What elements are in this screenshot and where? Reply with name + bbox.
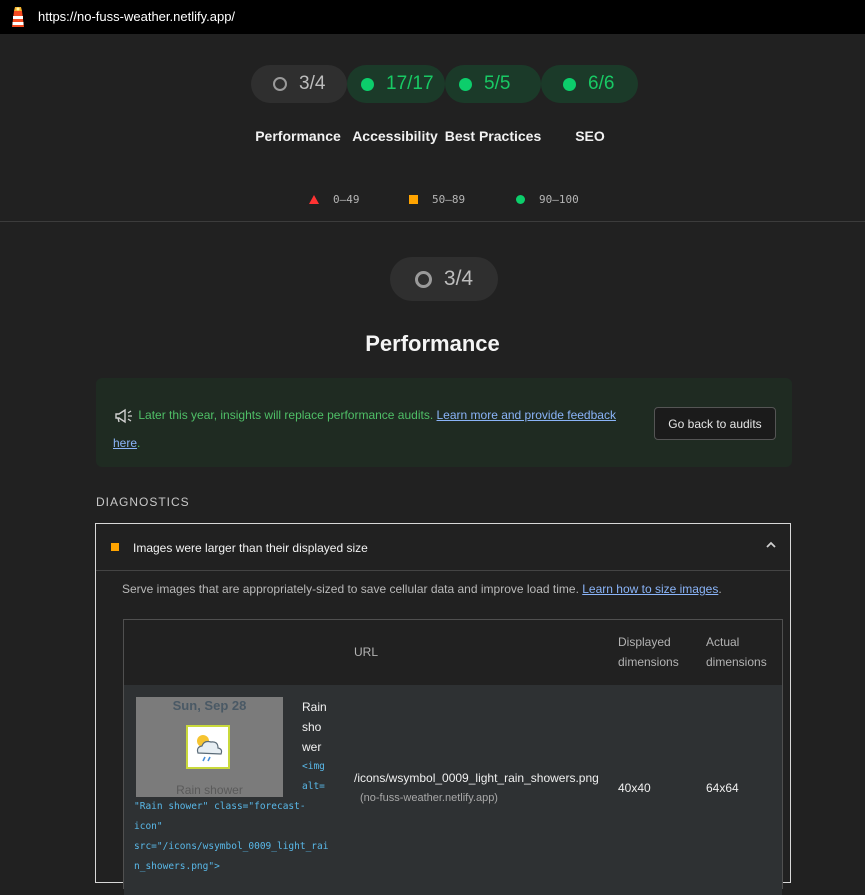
pass-circle-icon bbox=[516, 195, 525, 204]
feedback-link-here[interactable]: here bbox=[113, 436, 137, 450]
audit-description: Serve images that are appropriately-size… bbox=[122, 582, 722, 596]
gauge-score: 5/5 bbox=[484, 73, 511, 94]
average-square-icon bbox=[409, 195, 418, 204]
node-label-2: sho bbox=[302, 720, 322, 734]
gauge-performance[interactable]: 3/4 bbox=[251, 65, 347, 103]
legend-pass: 90–100 bbox=[516, 193, 579, 206]
node-snippet: <img alt= "Rain shower" class="forecast-… bbox=[134, 757, 329, 877]
header-actual: Actual dimensions bbox=[706, 632, 767, 672]
gauge-label-seo[interactable]: SEO bbox=[540, 126, 640, 146]
resource-url[interactable]: /icons/wsymbol_0009_light_rain_showers.p… bbox=[354, 771, 599, 785]
gauge-best-practices[interactable]: 5/5 bbox=[445, 65, 541, 103]
legend-average: 50–89 bbox=[409, 193, 465, 206]
url-text[interactable]: https://no-fuss-weather.netlify.app/ bbox=[38, 9, 235, 24]
node-label-3: wer bbox=[302, 740, 322, 754]
description-text: Serve images that are appropriately-size… bbox=[122, 582, 579, 596]
legend-range: 90–100 bbox=[539, 193, 579, 206]
snippet-line-1: <img bbox=[302, 761, 325, 772]
browser-bar: https://no-fuss-weather.netlify.app/ bbox=[0, 0, 865, 34]
gauge-label-best-practices[interactable]: Best Practices bbox=[443, 126, 543, 146]
legend-fail: 0–49 bbox=[309, 193, 360, 206]
snippet-line-4: icon" bbox=[134, 821, 163, 832]
pass-dot-icon bbox=[361, 77, 374, 91]
megaphone-icon bbox=[115, 408, 132, 424]
period: . bbox=[718, 582, 722, 596]
category-gauge: 3/4 bbox=[390, 257, 498, 301]
audit-title: Images were larger than their displayed … bbox=[133, 541, 368, 555]
gauge-seo[interactable]: 6/6 bbox=[541, 65, 638, 103]
category-title: Performance bbox=[365, 331, 500, 356]
chevron-up-icon[interactable] bbox=[764, 538, 778, 552]
audit-oversized-images: Images were larger than their displayed … bbox=[95, 523, 791, 895]
feedback-link-part-1[interactable]: Learn more and provide feedback bbox=[437, 408, 616, 422]
header-displayed-2: dimensions bbox=[618, 655, 679, 669]
snippet-line-6: n_showers.png"> bbox=[134, 861, 220, 872]
insights-notice: Later this year, insights will replace p… bbox=[96, 378, 792, 467]
gauge-label-accessibility[interactable]: Accessibility bbox=[345, 126, 445, 146]
legend-range: 0–49 bbox=[333, 193, 360, 206]
header-url: URL bbox=[354, 645, 379, 659]
learn-link[interactable]: Learn how to size images bbox=[582, 582, 718, 596]
category-score: 3/4 bbox=[443, 267, 474, 290]
header-actual-1: Actual bbox=[706, 635, 740, 649]
feedback-link[interactable]: Learn more and provide feedback bbox=[437, 408, 616, 422]
audit-header[interactable]: Images were larger than their displayed … bbox=[96, 524, 790, 571]
resource-host: (no-fuss-weather.netlify.app) bbox=[360, 792, 498, 804]
actual-dimensions: 64x64 bbox=[706, 781, 739, 795]
fail-triangle-icon bbox=[309, 195, 319, 204]
header-displayed: Displayed dimensions bbox=[618, 632, 679, 672]
table-row: Sun, Sep 28 Rain sho wer Rain sho wer <im… bbox=[124, 685, 782, 895]
details-table: URL Displayed dimensions Actual dimensio… bbox=[123, 619, 783, 895]
divider bbox=[0, 221, 865, 222]
neutral-ring-icon bbox=[273, 77, 287, 91]
node-label-1: Rain bbox=[302, 700, 327, 714]
period: . bbox=[137, 436, 141, 450]
notice-text: Later this year, insights will replace p… bbox=[113, 401, 633, 457]
pass-dot-icon bbox=[563, 77, 576, 91]
snippet-line-3: "Rain shower" class="forecast- bbox=[134, 801, 306, 812]
gauge-score: 3/4 bbox=[299, 73, 326, 94]
gauge-score: 17/17 bbox=[386, 73, 434, 94]
neutral-ring-icon bbox=[414, 270, 432, 288]
gauge-label-performance[interactable]: Performance bbox=[248, 126, 348, 146]
snippet-line-2: alt= bbox=[302, 781, 325, 792]
diagnostics-heading: DIAGNOSTICS bbox=[96, 495, 190, 509]
notice-message: Later this year, insights will replace p… bbox=[138, 408, 434, 422]
thumb-date: Sun, Sep 28 bbox=[172, 698, 247, 713]
header-actual-2: dimensions bbox=[706, 655, 767, 669]
header-displayed-1: Displayed bbox=[618, 635, 671, 649]
table-header: URL Displayed dimensions Actual dimensio… bbox=[124, 620, 782, 686]
lighthouse-logo-icon bbox=[12, 7, 24, 27]
snippet-line-5: src="/icons/wsymbol_0009_light_rai bbox=[134, 841, 329, 852]
pass-dot-icon bbox=[459, 77, 472, 91]
gauge-score: 6/6 bbox=[588, 73, 615, 94]
go-back-button[interactable]: Go back to audits bbox=[654, 407, 776, 440]
average-square-icon bbox=[111, 543, 119, 551]
node-label: Rain sho wer bbox=[302, 697, 342, 757]
legend-range: 50–89 bbox=[432, 193, 466, 206]
gauge-accessibility[interactable]: 17/17 bbox=[347, 65, 445, 103]
displayed-dimensions: 40x40 bbox=[618, 781, 651, 795]
